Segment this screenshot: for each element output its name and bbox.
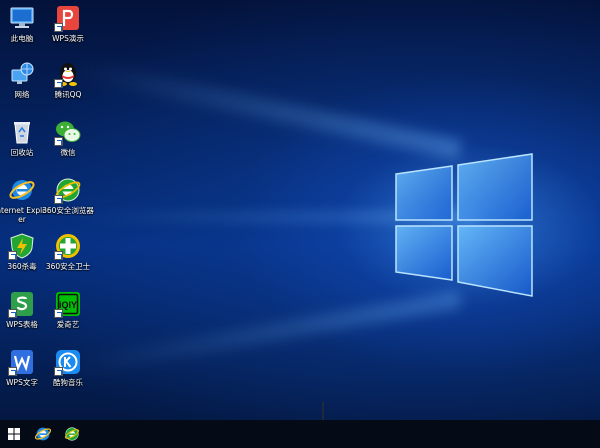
desktop-icon-wps-presentation[interactable]: WPS演示 xyxy=(46,4,90,58)
desktop-icon-network[interactable]: 网络 xyxy=(0,60,44,114)
internet-explorer-icon xyxy=(9,180,35,200)
shortcut-arrow-icon xyxy=(54,79,63,88)
shortcut-arrow-icon xyxy=(8,251,17,260)
light-beam xyxy=(66,57,463,160)
taskbar xyxy=(0,420,600,448)
desktop-icon-iqiyi[interactable]: iQIY 爱奇艺 xyxy=(46,290,90,344)
desktop-icon-this-pc[interactable]: 此电脑 xyxy=(0,4,44,58)
shortcut-arrow-icon xyxy=(54,367,63,376)
desktop-icon-wechat[interactable]: 微信 xyxy=(46,118,90,172)
desktop-icon-360-browser[interactable]: 360安全浏览器 xyxy=(42,176,94,230)
desktop-icon-label: 360安全卫士 xyxy=(45,262,91,271)
shortcut-arrow-icon xyxy=(8,309,17,318)
shortcut-arrow-icon xyxy=(54,195,63,204)
taskbar-internet-explorer[interactable] xyxy=(29,420,57,448)
computer-icon xyxy=(10,7,34,28)
network-icon xyxy=(11,62,34,84)
start-button[interactable] xyxy=(0,420,28,448)
desktop-icon-kugou[interactable]: 酷狗音乐 xyxy=(46,348,90,402)
desktop-icon-label: WPS演示 xyxy=(52,34,84,43)
desktop-icon-label: 360安全浏览器 xyxy=(42,206,94,215)
desktop-icon-label: 腾讯QQ xyxy=(54,90,82,99)
internet-explorer-icon xyxy=(34,427,52,441)
shortcut-arrow-icon xyxy=(54,137,63,146)
desktop-wallpaper: 此电脑 网络 回收站 Internet Explorer xyxy=(0,0,600,448)
desktop-icon-label: 酷狗音乐 xyxy=(53,378,83,387)
desktop-icon-label: 爱奇艺 xyxy=(56,320,80,329)
desktop-icon-qq[interactable]: 腾讯QQ xyxy=(46,60,90,114)
shortcut-arrow-icon xyxy=(54,23,63,32)
taskbar-360-browser[interactable] xyxy=(58,420,86,448)
windows-start-icon xyxy=(8,428,20,440)
light-beam xyxy=(64,290,462,378)
desktop-icon-wps-writer[interactable]: WPS文字 xyxy=(0,348,44,402)
desktop-icon-360-security[interactable]: 360安全卫士 xyxy=(46,232,90,286)
desktop-icon-internet-explorer[interactable]: Internet Explorer xyxy=(0,176,50,230)
desktop-icon-label: 微信 xyxy=(60,148,76,157)
360-browser-icon xyxy=(64,427,80,441)
desktop-icon-recycle-bin[interactable]: 回收站 xyxy=(0,118,44,172)
shortcut-arrow-icon xyxy=(8,367,17,376)
windows-logo-wallpaper xyxy=(395,153,533,297)
desktop-icon-360-antivirus[interactable]: 360杀毒 xyxy=(0,232,44,286)
recycle-bin-icon xyxy=(14,122,30,144)
shortcut-arrow-icon xyxy=(54,251,63,260)
desktop-icon-wps-spreadsheet[interactable]: WPS表格 xyxy=(0,290,44,344)
shortcut-arrow-icon xyxy=(54,309,63,318)
